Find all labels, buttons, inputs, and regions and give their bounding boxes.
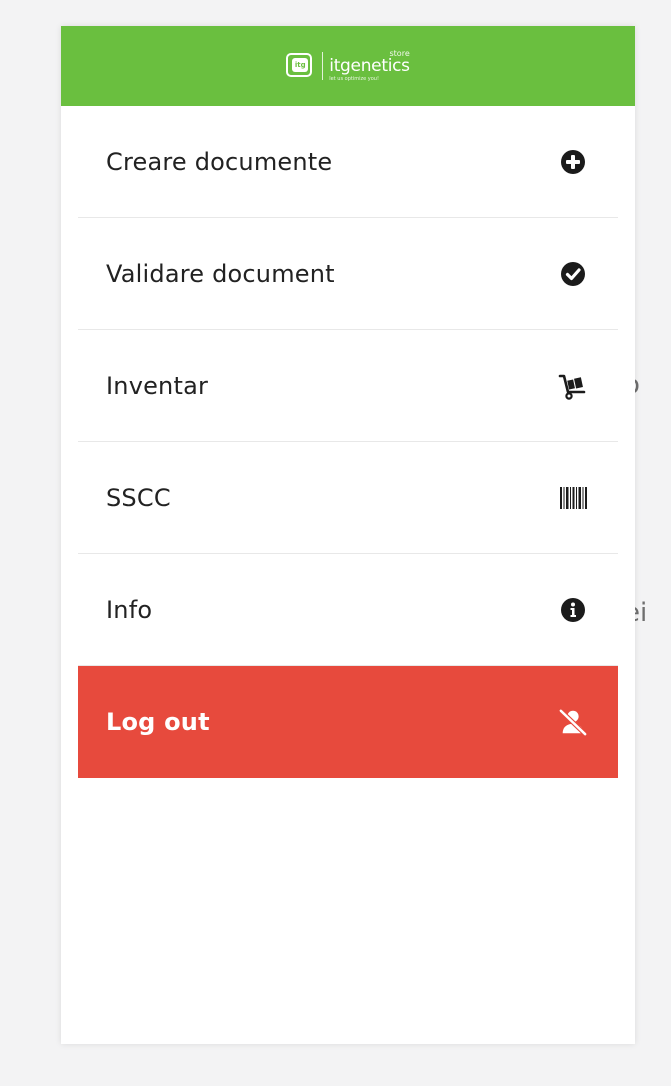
menu-item-creare-documente[interactable]: Creare documente [78,106,618,218]
menu-item-sscc[interactable]: SSCC [78,442,618,554]
plus-circle-icon [558,147,588,177]
menu-item-info[interactable]: Info [78,554,618,666]
menu-item-label: Validare document [106,259,335,288]
menu-item-label: SSCC [106,483,171,512]
logo-name: itgenetics [329,56,410,76]
menu-item-label: Log out [106,708,210,736]
itgenetics-logo[interactable]: itg store itgenetics let us optimize you… [286,49,410,82]
logo-divider [322,52,324,80]
menu-item-inventar[interactable]: Inventar [78,330,618,442]
logo-tagline: let us optimize you! [329,76,379,82]
menu-item-label: Creare documente [106,147,333,176]
check-circle-icon [558,259,588,289]
menu-item-label: Inventar [106,371,209,400]
user-slash-icon [558,707,588,737]
logo-text: store itgenetics let us optimize you! [329,49,410,82]
info-circle-icon [558,595,588,625]
hand-truck-icon [558,371,588,401]
menu-header: itg store itgenetics let us optimize you… [61,26,635,106]
logout-button[interactable]: Log out [78,666,618,778]
menu-list: Creare documente Validare document Inven… [61,106,635,778]
side-menu-panel: itg store itgenetics let us optimize you… [61,26,635,1044]
logo-store: store [389,49,410,58]
barcode-icon [558,483,588,513]
menu-item-label: Info [106,595,153,624]
logo-mark-icon: itg [286,53,316,79]
menu-item-validare-document[interactable]: Validare document [78,218,618,330]
